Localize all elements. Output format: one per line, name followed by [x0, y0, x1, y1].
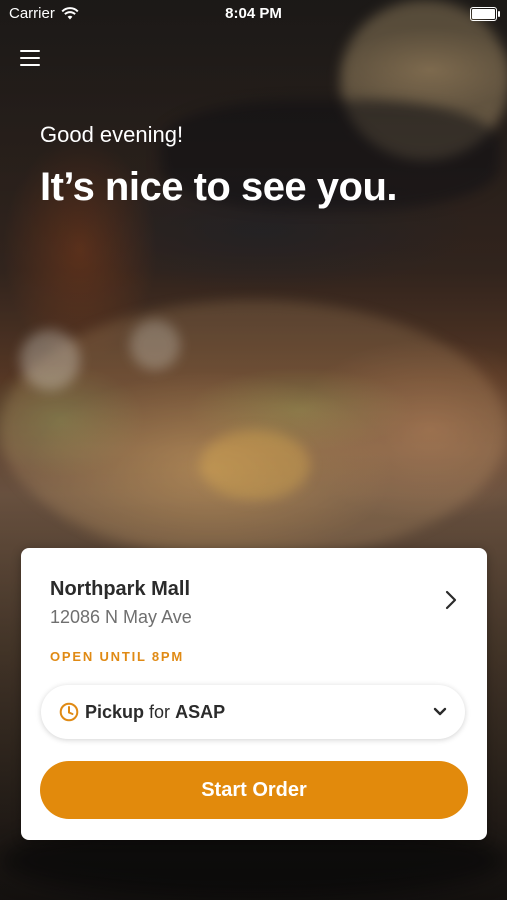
clock-icon	[59, 702, 79, 722]
hours-status: OPEN UNTIL 8PM	[50, 649, 185, 664]
location-card: Northpark Mall 12086 N May Ave OPEN UNTI…	[21, 548, 487, 840]
order-mode-connector: for	[149, 702, 171, 722]
order-mode-label: Pickup	[85, 702, 145, 722]
order-time-label: ASAP	[175, 702, 226, 722]
chevron-down-icon	[433, 707, 447, 716]
greeting-text: Good evening!	[40, 122, 184, 147]
start-order-button[interactable]: Start Order	[40, 761, 468, 819]
chevron-right-icon[interactable]	[445, 590, 457, 610]
location-name[interactable]: Northpark Mall	[50, 578, 190, 601]
order-mode-text: Pickup for ASAP	[85, 702, 225, 723]
headline-text: It’s nice to see you.	[40, 165, 398, 209]
location-address: 12086 N May Ave	[50, 607, 192, 627]
status-bar: Carrier 8:04 PM	[0, 0, 507, 28]
hamburger-menu-icon[interactable]	[20, 48, 40, 66]
status-time: 8:04 PM	[225, 5, 282, 22]
order-mode-selector[interactable]: Pickup for ASAP	[41, 685, 465, 739]
battery-icon	[470, 7, 500, 21]
